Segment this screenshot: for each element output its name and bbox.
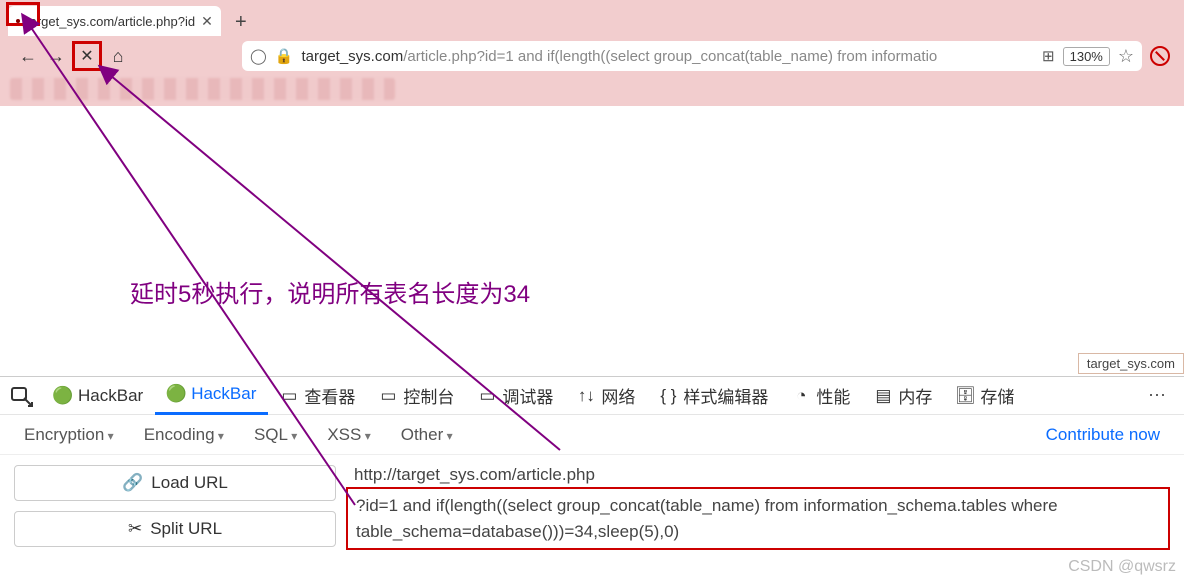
dd-encryption[interactable]: Encryption [24,425,114,445]
request-params-box[interactable]: ?id=1 and if(length((select group_concat… [346,487,1170,550]
status-tooltip: target_sys.com [1078,353,1184,374]
browser-tab[interactable]: target_sys.com/article.php?id ✕ [8,6,221,36]
link-icon: 🔗 [122,473,143,493]
load-url-button[interactable]: 🔗Load URL [14,465,336,501]
close-tab-icon[interactable]: ✕ [201,13,213,30]
tab-hackbar-2[interactable]: 🟢HackBar [155,377,268,415]
lock-icon: 🔒 [275,47,294,65]
zoom-badge[interactable]: 130% [1063,47,1110,66]
hackbar-toolbar: Encryption Encoding SQL XSS Other Contri… [0,415,1184,455]
debugger-icon: ▭ [478,387,496,405]
split-url-button[interactable]: ✂Split URL [14,511,336,547]
request-url-line1: http://target_sys.com/article.php [346,465,1170,487]
style-icon: { } [659,387,677,405]
address-bar[interactable]: ◯ 🔒 target_sys.com/article.php?id=1 and … [242,41,1142,71]
tab-console[interactable]: ▭控制台 [367,377,466,415]
tab-perf[interactable]: ◔性能 [780,377,862,415]
back-button[interactable]: ← [14,42,42,70]
inspector-icon: ▭ [280,387,298,405]
tab-title: target_sys.com/article.php?id [26,14,195,29]
hackbar-icon: 🟢 [167,385,185,403]
tab-memory[interactable]: ▤内存 [862,377,944,415]
tab-storage[interactable]: 🗄存储 [944,377,1026,415]
dd-other[interactable]: Other [401,425,453,445]
console-icon: ▭ [379,387,397,405]
qr-icon[interactable]: ⊞ [1042,47,1055,65]
storage-icon: 🗄 [956,387,974,405]
memory-icon: ▤ [874,387,892,405]
devtools-panel: 🟢HackBar 🟢HackBar ▭查看器 ▭控制台 ▭调试器 ↑↓网络 { … [0,376,1184,580]
hackbar-body: 🔗Load URL ✂Split URL http://target_sys.c… [0,455,1184,580]
forward-button[interactable]: → [42,42,70,70]
scissors-icon: ✂ [128,519,142,539]
dd-encoding[interactable]: Encoding [144,425,224,445]
network-icon: ↑↓ [577,387,595,405]
tab-network[interactable]: ↑↓网络 [565,377,647,415]
bookmark-star-icon[interactable]: ☆ [1118,46,1134,67]
hackbar-icon: 🟢 [54,387,72,405]
dd-sql[interactable]: SQL [254,425,297,445]
devtools-more-icon[interactable]: ⋯ [1140,385,1174,406]
new-tab-button[interactable]: + [227,8,255,36]
bookmarks-bar [0,76,1184,106]
tab-inspector[interactable]: ▭查看器 [268,377,367,415]
home-button[interactable]: ⌂ [104,42,132,70]
element-picker-icon[interactable] [10,384,34,408]
nav-toolbar: ← → ✕ ⌂ ◯ 🔒 target_sys.com/article.php?i… [0,36,1184,76]
blurred-bookmarks [10,78,395,100]
tab-row: target_sys.com/article.php?id ✕ + [0,0,1184,36]
shield-icon: ◯ [250,47,267,65]
tab-hackbar-1[interactable]: 🟢HackBar [42,377,155,415]
tab-debugger[interactable]: ▭调试器 [466,377,565,415]
url-text: target_sys.com/article.php?id=1 and if(l… [301,48,1034,65]
watermark: CSDN @qwsrz [1068,558,1176,576]
contribute-link[interactable]: Contribute now [1046,425,1160,445]
loading-dot-icon [16,19,20,23]
dd-xss[interactable]: XSS [327,425,370,445]
annotation-text: 延时5秒执行，说明所有表名长度为34 [130,274,530,309]
noscript-icon[interactable] [1150,46,1170,66]
tab-style[interactable]: { }样式编辑器 [647,377,780,415]
page-content: 延时5秒执行，说明所有表名长度为34 target_sys.com [0,106,1184,376]
perf-icon: ◔ [792,387,810,405]
stop-button[interactable]: ✕ [77,46,97,66]
devtools-tabs: 🟢HackBar 🟢HackBar ▭查看器 ▭控制台 ▭调试器 ↑↓网络 { … [0,377,1184,415]
highlight-stop: ✕ [72,41,102,71]
